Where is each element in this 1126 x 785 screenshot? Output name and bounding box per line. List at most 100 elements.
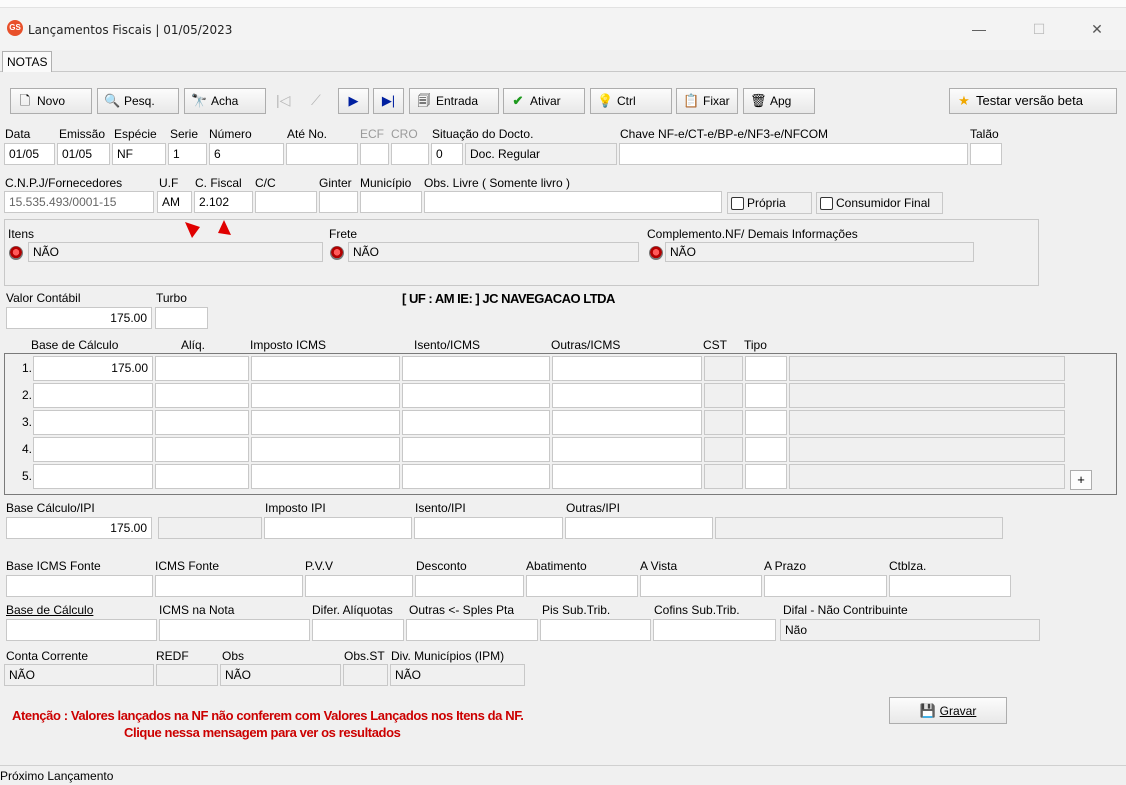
a-vista-field[interactable] <box>640 575 762 597</box>
gravar-button[interactable]: 💾 Gravar <box>889 697 1007 724</box>
situacao-code-field[interactable]: 0 <box>431 143 463 165</box>
cofins-sub-field[interactable] <box>653 619 776 641</box>
itens-field[interactable]: NÃO <box>28 242 323 262</box>
base-calculo-cell[interactable] <box>33 464 153 489</box>
tab-notas[interactable]: NOTAS <box>2 51 53 72</box>
cc-field[interactable] <box>255 191 317 213</box>
valor-contabil-field[interactable]: 175.00 <box>6 307 152 329</box>
tipo-cell[interactable] <box>745 356 787 381</box>
isento-icms-cell[interactable] <box>402 410 550 435</box>
turbo-field[interactable] <box>155 307 208 329</box>
outras-icms-cell[interactable] <box>552 383 702 408</box>
propria-checkbox-box[interactable] <box>731 196 744 210</box>
especie-field[interactable]: NF <box>112 143 166 165</box>
pesq-button[interactable]: 🔍 Pesq. <box>97 88 179 114</box>
isento-ipi-field[interactable] <box>414 517 563 539</box>
propria-checkbox[interactable]: Própria <box>727 192 812 214</box>
cfiscal-field[interactable]: 2.102 <box>194 191 253 213</box>
imposto-ipi-field[interactable] <box>264 517 412 539</box>
outras-icms-cell[interactable] <box>552 410 702 435</box>
base-calculo-cell[interactable] <box>33 410 153 435</box>
imposto-icms-cell[interactable] <box>251 356 400 381</box>
div-municipios-field[interactable]: NÃO <box>390 664 525 686</box>
ginter-field[interactable] <box>319 191 358 213</box>
testar-beta-button[interactable]: ★ Testar versão beta <box>949 88 1117 114</box>
fixar-button[interactable]: 📋 Fixar <box>676 88 738 114</box>
last-record-button[interactable]: ▶| <box>373 88 404 114</box>
municipio-field[interactable] <box>360 191 422 213</box>
novo-button[interactable]: 🗋 Novo <box>10 88 92 114</box>
complemento-field[interactable]: NÃO <box>665 242 974 262</box>
imposto-icms-cell[interactable] <box>251 464 400 489</box>
imposto-icms-cell[interactable] <box>251 410 400 435</box>
outras-ipi-field[interactable] <box>565 517 713 539</box>
add-row-button[interactable]: + <box>1070 470 1092 490</box>
warning-line-1[interactable]: Atenção : Valores lançados na NF não con… <box>12 708 524 723</box>
redf-field[interactable] <box>156 664 218 686</box>
outras-icms-cell[interactable] <box>552 356 702 381</box>
base-calculo-cell[interactable] <box>33 383 153 408</box>
minimize-button[interactable]: — <box>956 14 1002 44</box>
apg-button[interactable]: 🗑 Apg <box>743 88 815 114</box>
emissao-field[interactable]: 01/05 <box>57 143 110 165</box>
obs-st-field[interactable] <box>343 664 388 686</box>
aliq-cell[interactable] <box>155 356 249 381</box>
warning-line-2[interactable]: Clique nessa mensagem para ver os result… <box>124 725 401 740</box>
ctrl-button[interactable]: 💡 Ctrl <box>590 88 672 114</box>
frete-status-icon[interactable] <box>330 246 344 260</box>
data-field[interactable]: 01/05 <box>4 143 55 165</box>
serie-field[interactable]: 1 <box>168 143 207 165</box>
talao-field[interactable] <box>970 143 1002 165</box>
base-calculo-cell[interactable]: 175.00 <box>33 356 153 381</box>
isento-icms-cell[interactable] <box>402 464 550 489</box>
outras-icms-cell[interactable] <box>552 464 702 489</box>
close-button[interactable]: ✕ <box>1074 14 1120 44</box>
isento-icms-cell[interactable] <box>402 356 550 381</box>
base-icms-fonte-field[interactable] <box>6 575 153 597</box>
aliq-cell[interactable] <box>155 383 249 408</box>
desconto-field[interactable] <box>415 575 524 597</box>
outras-icms-cell[interactable] <box>552 437 702 462</box>
pis-sub-field[interactable] <box>540 619 651 641</box>
pvv-field[interactable] <box>305 575 413 597</box>
base-ipi-field[interactable]: 175.00 <box>6 517 152 539</box>
cnpj-field[interactable]: 15.535.493/0001-15 <box>4 191 154 213</box>
prev-record-icon[interactable]: ⟋ <box>311 92 321 109</box>
next-record-button[interactable]: ▶ <box>338 88 369 114</box>
tipo-cell[interactable] <box>745 383 787 408</box>
first-record-icon[interactable]: |◁ <box>276 92 290 109</box>
consumidor-final-checkbox[interactable]: Consumidor Final <box>816 192 943 214</box>
difal-field[interactable]: Não <box>780 619 1040 641</box>
cro-field[interactable] <box>391 143 429 165</box>
frete-field[interactable]: NÃO <box>348 242 639 262</box>
tipo-cell[interactable] <box>745 410 787 435</box>
uf-field[interactable]: AM <box>157 191 192 213</box>
complemento-status-icon[interactable] <box>649 246 663 260</box>
difer-aliquotas-field[interactable] <box>312 619 404 641</box>
consumidor-final-checkbox-box[interactable] <box>820 196 833 210</box>
ate-no-field[interactable] <box>286 143 358 165</box>
chave-field[interactable] <box>619 143 968 165</box>
outras-sples-field[interactable] <box>406 619 538 641</box>
tipo-cell[interactable] <box>745 437 787 462</box>
isento-icms-cell[interactable] <box>402 383 550 408</box>
obs-field[interactable]: NÃO <box>220 664 341 686</box>
itens-status-icon[interactable] <box>9 246 23 260</box>
icms-fonte-field[interactable] <box>155 575 303 597</box>
aliq-cell[interactable] <box>155 464 249 489</box>
aliq-cell[interactable] <box>155 437 249 462</box>
entrada-button[interactable]: 🗐 Entrada <box>409 88 499 114</box>
tipo-cell[interactable] <box>745 464 787 489</box>
conta-corrente-field[interactable]: NÃO <box>4 664 154 686</box>
obs-livre-field[interactable] <box>424 191 722 213</box>
base-calculo-st-field[interactable] <box>6 619 157 641</box>
ctblza-field[interactable] <box>889 575 1011 597</box>
base-calculo-cell[interactable] <box>33 437 153 462</box>
a-prazo-field[interactable] <box>764 575 887 597</box>
aliq-cell[interactable] <box>155 410 249 435</box>
imposto-icms-cell[interactable] <box>251 383 400 408</box>
numero-field[interactable]: 6 <box>209 143 284 165</box>
maximize-button[interactable]: ☐ <box>1016 14 1062 44</box>
isento-icms-cell[interactable] <box>402 437 550 462</box>
ecf-field[interactable] <box>360 143 389 165</box>
